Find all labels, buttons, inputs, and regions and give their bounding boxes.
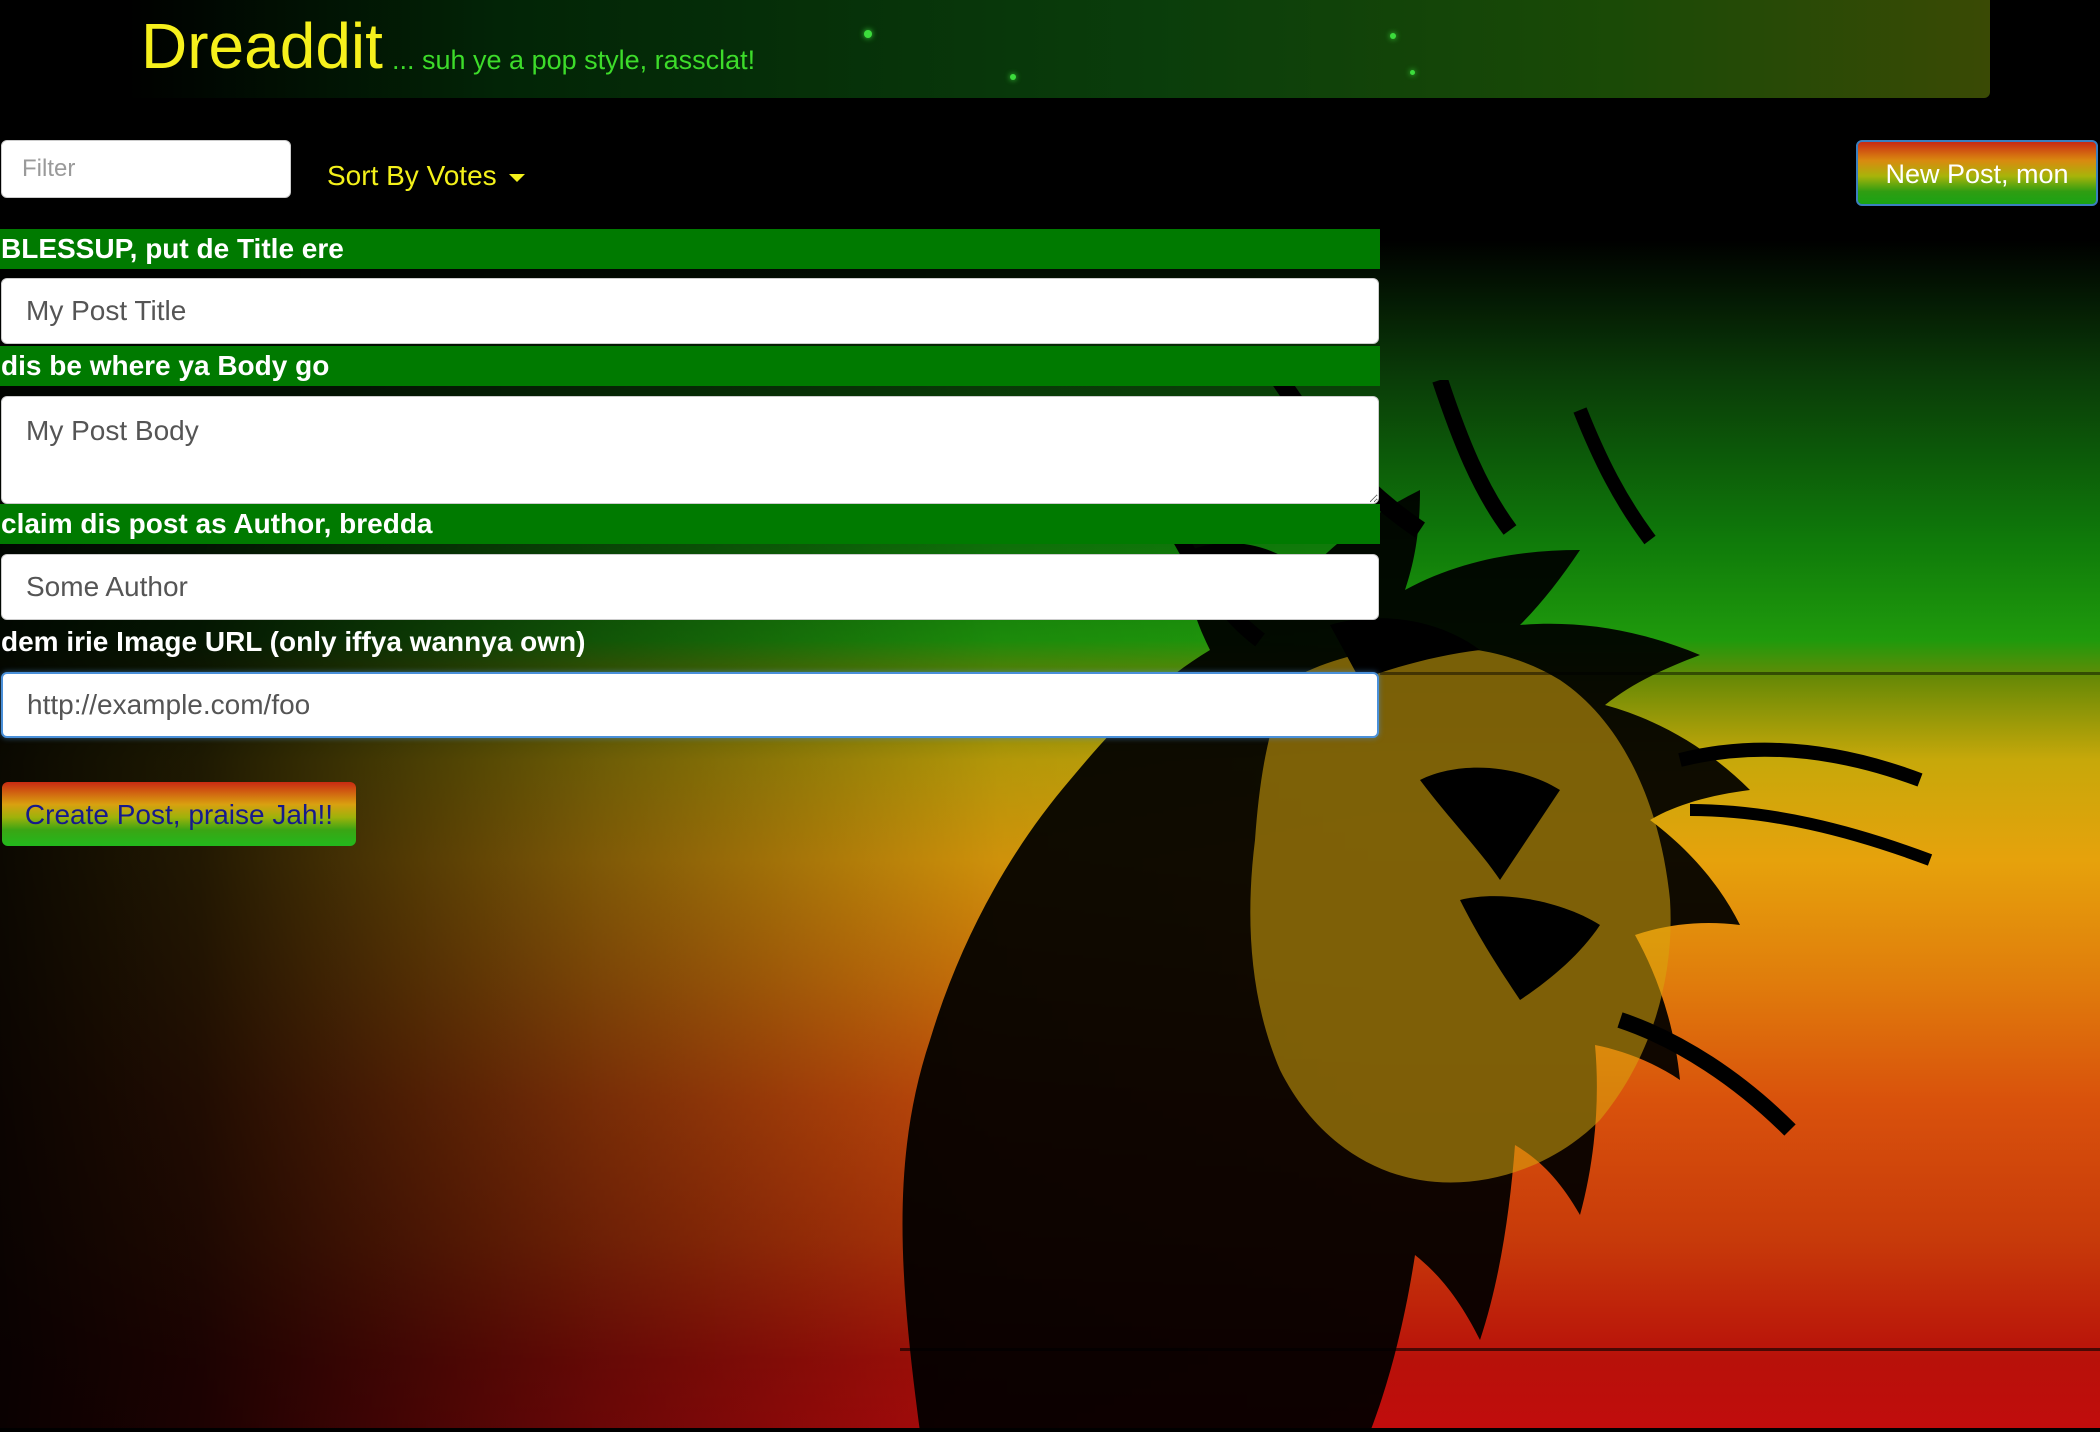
- image-url-input[interactable]: [1, 672, 1379, 738]
- author-label: claim dis post as Author, bredda: [0, 504, 1380, 544]
- image-url-label: dem irie Image URL (only iffya wannya ow…: [1, 626, 586, 657]
- create-post-button[interactable]: Create Post, praise Jah!!: [2, 782, 356, 846]
- title-label: BLESSUP, put de Title ere: [0, 229, 1380, 269]
- filter-input[interactable]: [1, 140, 291, 198]
- new-post-button[interactable]: New Post, mon: [1856, 140, 2098, 206]
- star-decoration: [1410, 70, 1415, 75]
- background-band-line: [900, 1348, 2100, 1351]
- sort-dropdown[interactable]: Sort By Votes: [327, 158, 525, 194]
- body-textarea[interactable]: My Post Body: [1, 396, 1379, 504]
- star-decoration: [864, 30, 872, 38]
- sort-label: Sort By Votes: [327, 160, 497, 191]
- brand-title[interactable]: Dreaddit: [141, 6, 383, 86]
- chevron-down-icon: [508, 173, 525, 182]
- star-decoration: [1390, 33, 1396, 39]
- body-label: dis be where ya Body go: [0, 346, 1380, 386]
- title-input[interactable]: [1, 278, 1379, 344]
- brand-tagline: ... suh ye a pop style, rassclat!: [392, 45, 756, 75]
- background-band-line: [1380, 672, 2100, 675]
- author-input[interactable]: [1, 554, 1379, 620]
- background-bottom-edge: [0, 1428, 2100, 1432]
- star-decoration: [1010, 74, 1016, 80]
